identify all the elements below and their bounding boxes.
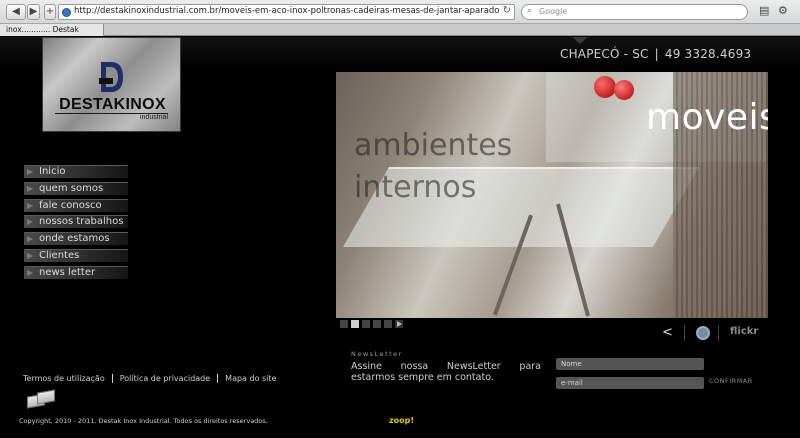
tab-strip: inox............ Destak <box>0 24 800 36</box>
menu-item-fale-conosco[interactable]: fale conosco <box>24 198 128 212</box>
newsletter-email-field[interactable] <box>556 377 704 389</box>
gear-icon[interactable]: ⚙ <box>778 4 788 17</box>
share-icon[interactable]: < <box>662 325 673 340</box>
orkut-icon[interactable] <box>696 326 710 340</box>
slide-dot-5[interactable] <box>384 320 392 328</box>
back-button[interactable]: ◀ <box>6 4 26 20</box>
contact-notch <box>572 37 588 44</box>
site: DESTAKINOX industrial CHAPECÓ - SC | 49 33… <box>0 37 800 438</box>
privacy-link[interactable]: Política de privacidade <box>111 374 217 383</box>
menu-label: news letter <box>39 266 96 278</box>
slider-pagination <box>340 320 406 330</box>
flickr-link[interactable]: flickr <box>730 326 758 337</box>
divider <box>718 325 719 341</box>
banner-line-1: ambientes <box>354 128 513 163</box>
menu-label: Inicio <box>39 166 66 177</box>
menu-label: Clientes <box>39 249 80 261</box>
arrow-icon <box>27 202 33 209</box>
logo[interactable]: DESTAKINOX industrial <box>42 37 181 132</box>
menu-item-inicio[interactable]: Inicio <box>24 165 128 178</box>
banner-red-ball <box>594 76 616 98</box>
newsletter-title: NewsLetter <box>351 350 403 358</box>
logo-mark-icon <box>99 62 123 92</box>
phone-text: 49 3328.4693 <box>664 47 752 61</box>
city-text: CHAPECÓ - SC <box>560 47 649 61</box>
developer-credit[interactable]: zoop! <box>389 416 414 425</box>
banner-line-2: internos <box>354 170 477 205</box>
search-input[interactable]: ⌕ Google <box>521 4 748 20</box>
slide-dot-2[interactable] <box>351 320 359 328</box>
search-icon: ⌕ <box>527 6 533 16</box>
slide-dot-3[interactable] <box>362 320 370 328</box>
divider <box>684 325 685 341</box>
logo-subtitle: industrial <box>139 114 168 121</box>
tab-active[interactable]: inox............ Destak <box>0 24 104 36</box>
terms-link[interactable]: Termos de utilização <box>23 374 112 383</box>
arrow-icon <box>27 252 33 259</box>
menu-label: onde estamos <box>39 233 110 245</box>
menu-item-quem-somos[interactable]: quem somos <box>24 181 128 195</box>
menu-label: fale conosco <box>39 199 102 211</box>
reload-icon[interactable]: ↻ <box>503 5 511 16</box>
menu-label: nossos trabalhos <box>39 216 124 228</box>
page-menu-icon[interactable]: ▤ <box>759 4 769 17</box>
contact-separator: | <box>654 47 659 61</box>
browser-toolbar: ◀ ▶ + http://destakinoxindustrial.com.br… <box>0 0 800 24</box>
copyright-text: Copyright, 2010 - 2011. Destak Inox Indu… <box>19 417 268 425</box>
arrow-icon <box>27 169 33 175</box>
forward-button[interactable]: ▶ <box>27 4 40 20</box>
newsletter-text: Assine nossa NewsLetter para estarmos se… <box>351 361 541 383</box>
logo-brand: DESTAKINOX <box>59 96 166 113</box>
new-tab-button[interactable]: + <box>44 4 56 20</box>
footer-links: Termos de utilização Política de privacid… <box>23 374 283 383</box>
search-placeholder: Google <box>539 7 568 16</box>
menu-item-onde-estamos[interactable]: onde estamos <box>24 232 128 246</box>
hero-banner[interactable]: ambientes internos moveis <box>336 72 768 318</box>
banner-red-ball <box>614 80 634 100</box>
arrow-icon <box>27 219 33 226</box>
slide-dot-1[interactable] <box>340 320 348 328</box>
play-icon[interactable] <box>395 320 403 328</box>
newsletter-confirm-button[interactable]: CONFIRMAR <box>709 377 753 385</box>
slide-dot-4[interactable] <box>373 320 381 328</box>
cards-icon <box>27 389 57 409</box>
arrow-icon <box>27 236 33 243</box>
contact-info: CHAPECÓ - SC | 49 3328.4693 <box>560 47 760 61</box>
menu-label: quem somos <box>39 182 104 194</box>
menu-item-nossos-trabalhos[interactable]: nossos trabalhos <box>24 215 128 229</box>
globe-icon <box>62 8 71 17</box>
banner-title: moveis <box>646 97 768 138</box>
address-bar[interactable]: http://destakinoxindustrial.com.br/movei… <box>58 4 515 20</box>
menu-item-clientes[interactable]: Clientes <box>24 248 128 262</box>
arrow-icon <box>27 185 33 192</box>
newsletter-name-field[interactable] <box>556 358 704 370</box>
url-text[interactable]: http://destakinoxindustrial.com.br/movei… <box>74 6 499 16</box>
main-menu: Inicio quem somos fale conosco nossos tr… <box>24 165 128 283</box>
menu-item-news-letter[interactable]: news letter <box>24 265 128 279</box>
arrow-icon <box>27 269 33 276</box>
sitemap-link[interactable]: Mapa do site <box>217 374 283 383</box>
